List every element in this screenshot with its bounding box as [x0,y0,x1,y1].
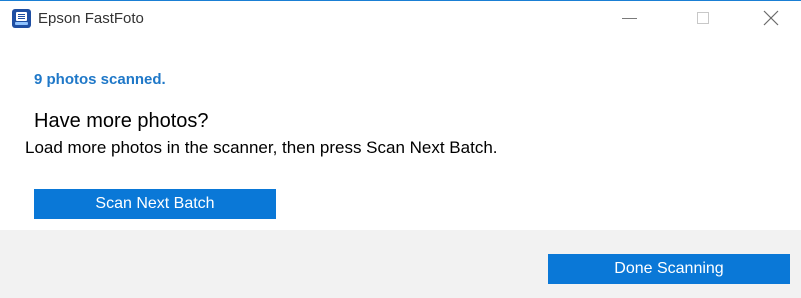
minimize-icon [622,18,637,19]
done-scanning-button[interactable]: Done Scanning [548,254,790,284]
close-icon [763,10,779,26]
maximize-icon [697,12,709,24]
scanner-app-icon [12,9,31,28]
instruction-text: Load more photos in the scanner, then pr… [25,138,498,157]
close-button[interactable] [755,1,801,35]
page-heading: Have more photos? [34,110,209,132]
minimize-button[interactable] [606,1,652,35]
scan-next-batch-button[interactable]: Scan Next Batch [34,189,276,219]
window-title: Epson FastFoto [38,10,144,27]
maximize-button[interactable] [681,1,727,35]
title-bar[interactable]: Epson FastFoto [0,1,801,35]
scan-status-text: 9 photos scanned. [34,71,166,88]
footer-bar: Done Scanning [0,230,801,298]
app-window: Epson FastFoto 9 photos scanned. Have mo… [0,0,801,298]
